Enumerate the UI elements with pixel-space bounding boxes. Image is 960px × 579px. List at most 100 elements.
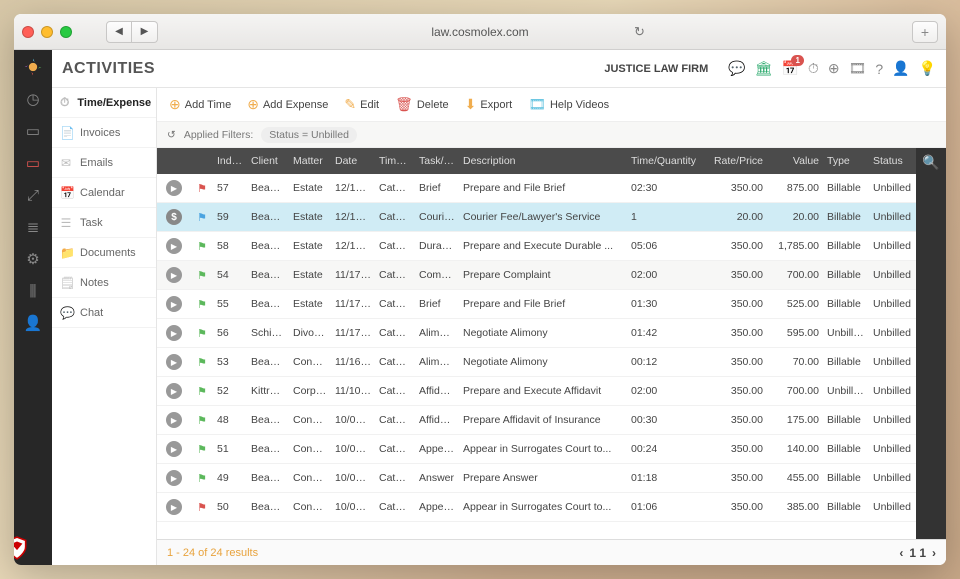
help-icon[interactable]: ? — [875, 61, 883, 77]
export-button[interactable]: ⬇Export — [465, 96, 513, 113]
flag-icon[interactable]: ⚑ — [197, 270, 207, 282]
table-row[interactable]: ▶⚑51Beasle...Consul...10/04/...Cathle...… — [157, 435, 916, 464]
flag-icon[interactable]: ⚑ — [197, 183, 207, 195]
timer-icon[interactable]: ⏱ — [808, 60, 819, 77]
table-row[interactable]: ▶⚑53Beasle...Consul...11/16/...Cathle...… — [157, 348, 916, 377]
bank-icon[interactable]: 🏛 — [755, 60, 773, 77]
search-panel[interactable]: 🔍 — [916, 148, 946, 539]
cell-time: 00:30 — [627, 414, 703, 426]
subnav-item-time-expense[interactable]: ⏱Time/Expense▸ — [52, 88, 156, 118]
play-icon[interactable]: ▶ — [166, 441, 182, 457]
col-status[interactable]: Status — [869, 155, 915, 167]
zoom-window-icon[interactable] — [60, 26, 72, 38]
subnav-item-task[interactable]: ☰Task — [52, 208, 156, 238]
back-button[interactable]: ◀ — [106, 21, 132, 43]
table-row[interactable]: ▶⚑57Beasle...Estate12/18/...Cathle...Bri… — [157, 174, 916, 203]
flag-icon[interactable]: ⚑ — [197, 473, 207, 485]
url-display[interactable]: law.cosmolex.com — [431, 25, 528, 39]
dashboard-icon[interactable]: ◷ — [22, 88, 44, 110]
page-next-button[interactable]: › — [932, 546, 936, 560]
flag-icon[interactable]: ⚑ — [197, 299, 207, 311]
col-rate[interactable]: Rate/Price — [703, 155, 767, 167]
profile-icon[interactable]: 👤 — [892, 60, 909, 77]
subnav-item-documents[interactable]: 📁Documents — [52, 238, 156, 268]
flag-icon[interactable]: ⚑ — [197, 502, 207, 514]
reset-filter-icon[interactable]: ↺ — [167, 129, 176, 141]
edit-button[interactable]: ✎Edit — [344, 96, 379, 113]
flag-icon[interactable]: ⚑ — [197, 357, 207, 369]
play-icon[interactable]: ▶ — [166, 267, 182, 283]
settings-icon[interactable]: ⚙ — [22, 248, 44, 270]
reports-icon[interactable]: ⤢ — [22, 184, 44, 206]
table-row[interactable]: ▶⚑58Beasle...Estate12/18/...Cathle...Dur… — [157, 232, 916, 261]
col-task[interactable]: Task/Expe — [415, 155, 459, 167]
col-index[interactable]: Index# — [213, 155, 247, 167]
play-icon[interactable]: ▶ — [166, 470, 182, 486]
subnav-item-chat[interactable]: 💬Chat — [52, 298, 156, 328]
reload-icon[interactable]: ↻ — [634, 24, 645, 40]
table-row[interactable]: ▶⚑48Beasle...Consul...10/04/...Cathle...… — [157, 406, 916, 435]
subnav-item-invoices[interactable]: 📄Invoices — [52, 118, 156, 148]
flag-icon[interactable]: ⚑ — [197, 328, 207, 340]
tip-icon[interactable]: 💡 — [919, 60, 936, 77]
download-icon: ⬇ — [465, 96, 477, 113]
calendar-icon[interactable]: 📅1 — [781, 60, 798, 77]
cell-index: 56 — [213, 327, 247, 339]
video-icon[interactable]: 🎞 — [849, 60, 867, 77]
close-window-icon[interactable] — [22, 26, 34, 38]
activities-icon[interactable]: ▭ — [22, 152, 44, 174]
table-row[interactable]: ▶⚑54Beasle...Estate11/17/...Cathle...Com… — [157, 261, 916, 290]
col-value[interactable]: Value — [767, 155, 823, 167]
app-logo-icon[interactable] — [22, 56, 44, 78]
table-row[interactable]: ▶⚑49Beasle...Consul...10/04/...Cathle...… — [157, 464, 916, 493]
col-timekeeper[interactable]: Timekeeper — [375, 155, 415, 167]
subnav-item-calendar[interactable]: 📅Calendar — [52, 178, 156, 208]
dollar-icon[interactable]: $ — [166, 209, 182, 225]
books-icon[interactable]: ≣ — [22, 216, 44, 238]
flag-icon[interactable]: ⚑ — [197, 444, 207, 456]
table-row[interactable]: ▶⚑56Schindl...Divorce11/17/...Cathle...A… — [157, 319, 916, 348]
cell-task: Affidav... — [415, 414, 459, 426]
add-icon[interactable]: ⊕ — [828, 60, 840, 77]
search-icon[interactable]: 🔍 — [922, 154, 939, 171]
folder-icon[interactable]: ▭ — [22, 120, 44, 142]
flag-icon[interactable]: ⚑ — [197, 241, 207, 253]
new-tab-button[interactable]: + — [912, 21, 938, 43]
play-icon[interactable]: ▶ — [166, 412, 182, 428]
subnav-item-emails[interactable]: ✉Emails — [52, 148, 156, 178]
col-description[interactable]: Description — [459, 155, 627, 167]
cell-description: Prepare Complaint — [459, 269, 627, 281]
delete-button[interactable]: 🗑Delete — [395, 96, 449, 113]
filter-pill[interactable]: Status = Unbilled — [261, 127, 357, 143]
table-row[interactable]: $⚑59Beasle...Estate12/18/...Cathle...Cou… — [157, 203, 916, 232]
flag-icon[interactable]: ⚑ — [197, 212, 207, 224]
col-matter[interactable]: Matter — [289, 155, 331, 167]
play-icon[interactable]: ▶ — [166, 354, 182, 370]
add-expense-button[interactable]: ⊕Add Expense — [247, 96, 328, 113]
help-videos-button[interactable]: 🎞Help Videos — [528, 96, 609, 113]
cell-type: Billable — [823, 472, 869, 484]
chart-icon[interactable]: ⫼ — [22, 280, 44, 302]
page-prev-button[interactable]: ‹ — [899, 546, 903, 560]
chat-icon[interactable]: 💬 — [728, 60, 745, 77]
play-icon[interactable]: ▶ — [166, 499, 182, 515]
table-row[interactable]: ▶⚑52Kittrell,...Corpor...11/10/...Cathle… — [157, 377, 916, 406]
play-icon[interactable]: ▶ — [166, 383, 182, 399]
table-row[interactable]: ▶⚑55Beasle...Estate11/17/...Cathle...Bri… — [157, 290, 916, 319]
flag-icon[interactable]: ⚑ — [197, 386, 207, 398]
col-time[interactable]: Time/Quantity — [627, 155, 703, 167]
add-time-button[interactable]: ⊕Add Time — [169, 96, 231, 113]
table-row[interactable]: ▶⚑50Beasle...Consul...10/04/...Cathle...… — [157, 493, 916, 522]
col-date[interactable]: Date — [331, 155, 375, 167]
col-type[interactable]: Type — [823, 155, 869, 167]
user-icon[interactable]: 👤 — [22, 312, 44, 334]
col-client[interactable]: Client — [247, 155, 289, 167]
subnav-item-notes[interactable]: 🗒Notes — [52, 268, 156, 298]
play-icon[interactable]: ▶ — [166, 325, 182, 341]
flag-icon[interactable]: ⚑ — [197, 415, 207, 427]
play-icon[interactable]: ▶ — [166, 180, 182, 196]
forward-button[interactable]: ▶ — [132, 21, 158, 43]
play-icon[interactable]: ▶ — [166, 238, 182, 254]
minimize-window-icon[interactable] — [41, 26, 53, 38]
play-icon[interactable]: ▶ — [166, 296, 182, 312]
